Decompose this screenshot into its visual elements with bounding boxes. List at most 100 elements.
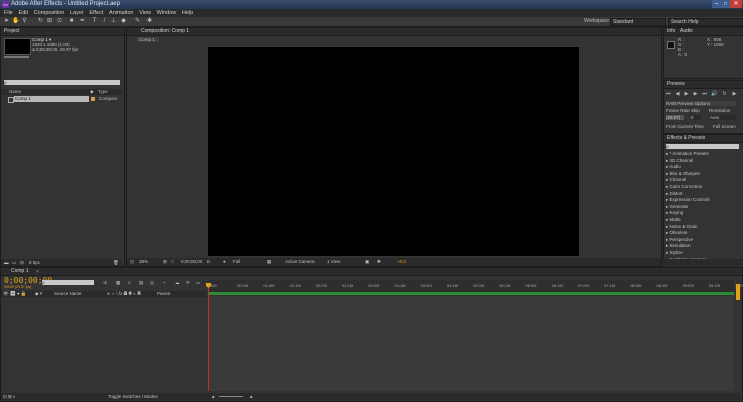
- workspace-select[interactable]: Standard: [610, 18, 666, 26]
- work-area-bar[interactable]: [208, 292, 734, 295]
- loop-icon[interactable]: ↻: [721, 91, 728, 97]
- exposure-value[interactable]: +0.0: [397, 259, 406, 264]
- transparency-grid-icon[interactable]: ▦: [267, 259, 271, 264]
- ram-preview-icon[interactable]: ▶: [731, 91, 738, 97]
- last-frame-icon[interactable]: ⏭: [701, 91, 708, 97]
- camera-tool-icon[interactable]: ⊞: [46, 18, 53, 25]
- preview-tab[interactable]: Preview: [664, 81, 743, 89]
- menu-effect[interactable]: Effect: [89, 9, 103, 17]
- safe-zones-icon[interactable]: ⊞: [163, 259, 167, 264]
- menu-file[interactable]: File: [4, 9, 13, 17]
- snapshot-icon[interactable]: ◘: [207, 259, 210, 264]
- zoom-in-icon[interactable]: ▲: [249, 394, 253, 399]
- trash-icon[interactable]: 🗑: [113, 260, 119, 265]
- draft-3d-icon[interactable]: ▦: [116, 280, 120, 285]
- project-list-item[interactable]: Comp 1 Composi: [3, 96, 122, 103]
- roto-brush-tool-icon[interactable]: ✎: [134, 18, 141, 25]
- eraser-tool-icon[interactable]: ◆: [120, 18, 127, 25]
- timeline-tracks[interactable]: [208, 296, 734, 391]
- menu-edit[interactable]: Edit: [19, 9, 28, 17]
- effects-category-item[interactable]: ▸ Color Correction: [666, 184, 702, 189]
- first-frame-icon[interactable]: ⏮: [665, 91, 672, 97]
- views-select[interactable]: 1 View: [327, 259, 340, 264]
- resolution-select-preview[interactable]: Auto: [710, 115, 736, 120]
- bit-depth-label[interactable]: 8 bpc: [29, 260, 40, 265]
- new-folder-icon[interactable]: ▭: [12, 260, 16, 265]
- flowchart-icon[interactable]: ✱: [377, 259, 381, 264]
- comp-subtab[interactable]: Comp 1: [135, 37, 159, 42]
- effects-category-item[interactable]: ▸ Distort: [666, 191, 683, 196]
- type-tool-icon[interactable]: T: [91, 18, 98, 25]
- clone-stamp-tool-icon[interactable]: ⊥: [110, 18, 117, 25]
- minimize-icon[interactable]: –: [712, 0, 721, 8]
- always-preview-icon[interactable]: ⊡: [130, 259, 134, 264]
- col-name-header[interactable]: Name: [9, 89, 21, 95]
- brush-tool-icon[interactable]: /: [101, 18, 108, 25]
- magnification-select[interactable]: 38%: [139, 259, 148, 264]
- menu-window[interactable]: Window: [157, 9, 177, 17]
- timeline-tab[interactable]: Comp 1: [1, 268, 742, 276]
- menu-composition[interactable]: Composition: [34, 9, 65, 17]
- channel-icon[interactable]: ●: [223, 259, 226, 264]
- effects-category-item[interactable]: ▸ Blur & Sharpen: [666, 171, 700, 176]
- project-search-input[interactable]: ρ: [4, 80, 120, 85]
- effects-category-item[interactable]: ▸ Stylize: [666, 250, 683, 255]
- shape-tool-icon[interactable]: ■: [68, 18, 75, 25]
- shy-icon[interactable]: ☺: [127, 280, 132, 285]
- menu-layer[interactable]: Layer: [70, 9, 84, 17]
- comp-mini-flowchart-icon[interactable]: ⇉: [103, 280, 107, 285]
- active-camera-select[interactable]: Active Camera: [285, 259, 315, 264]
- live-update-icon[interactable]: ⟳: [186, 280, 190, 285]
- menu-view[interactable]: View: [139, 9, 151, 17]
- source-name-header[interactable]: Source Name: [54, 291, 82, 296]
- pen-tool-icon[interactable]: ✒: [79, 18, 86, 25]
- parent-header[interactable]: Parent: [157, 291, 170, 296]
- mask-visibility-icon[interactable]: □: [171, 259, 174, 264]
- resolution-select[interactable]: Full: [233, 259, 240, 264]
- pan-behind-tool-icon[interactable]: ⊙: [56, 18, 63, 25]
- prev-frame-icon[interactable]: ◀: [674, 91, 681, 97]
- expand-switches-icon[interactable]: ⊡ ⊞ ◐: [3, 394, 16, 399]
- rotate-tool-icon[interactable]: ↻: [37, 18, 44, 25]
- current-time-field[interactable]: 0;00;00;00: [181, 259, 202, 264]
- skip-field[interactable]: 0: [691, 115, 701, 120]
- effects-category-item[interactable]: ▸ Matte: [666, 217, 681, 222]
- project-tab[interactable]: Project: [1, 28, 124, 36]
- from-current-time-checkbox[interactable]: From Current Time: [666, 124, 704, 129]
- effects-category-item[interactable]: ▸ Expression Controls: [666, 197, 710, 202]
- zoom-out-icon[interactable]: ▲: [211, 394, 215, 399]
- effects-category-item[interactable]: ▸ Generate: [666, 204, 688, 209]
- motion-blur-icon[interactable]: ◎: [150, 280, 154, 285]
- effects-category-item[interactable]: ▸ Simulation: [666, 243, 691, 248]
- effects-category-item[interactable]: ▸ Channel: [666, 177, 686, 182]
- effects-category-item[interactable]: ▸ Perspective: [666, 237, 693, 242]
- maximize-icon[interactable]: □: [721, 0, 730, 8]
- new-comp-icon[interactable]: ⊟: [20, 260, 24, 265]
- effects-search-input[interactable]: ρ: [666, 144, 739, 149]
- frame-blending-icon[interactable]: ▤: [139, 280, 143, 285]
- search-help-field[interactable]: Search Help: [668, 18, 743, 26]
- selection-tool-icon[interactable]: ➤: [3, 18, 10, 25]
- play-icon[interactable]: ▶: [683, 91, 690, 97]
- full-screen-checkbox[interactable]: Full Screen: [713, 124, 736, 129]
- menu-help[interactable]: Help: [182, 9, 193, 17]
- hand-tool-icon[interactable]: ✋: [12, 18, 19, 25]
- effects-category-item[interactable]: ▸ Noise & Grain: [666, 224, 698, 229]
- timeline-search-input[interactable]: ρ: [42, 280, 94, 285]
- next-frame-icon[interactable]: ▶: [692, 91, 699, 97]
- work-area-icon[interactable]: ▭: [196, 280, 200, 285]
- zoom-tool-icon[interactable]: ⚲: [21, 18, 28, 25]
- time-ruler[interactable]: [208, 280, 734, 292]
- fast-previews-icon[interactable]: ▣: [365, 259, 369, 264]
- ram-preview-options[interactable]: RAM Preview Options: [666, 101, 736, 106]
- frame-rate-select[interactable]: (29.97): [666, 115, 684, 120]
- graph-editor-icon[interactable]: ⌁: [163, 280, 166, 285]
- effects-category-item[interactable]: ▸ Audio: [666, 164, 681, 169]
- effects-tab[interactable]: Effects & Presets: [664, 135, 743, 143]
- interpret-footage-icon[interactable]: ▬: [4, 260, 9, 265]
- effects-category-item[interactable]: ▸ * Animation Presets: [666, 151, 709, 156]
- menu-animation[interactable]: Animation: [109, 9, 133, 17]
- toggle-switches-modes[interactable]: Toggle Switches / Modes: [108, 394, 158, 399]
- comp-viewer-canvas[interactable]: [208, 47, 579, 256]
- col-type-header[interactable]: Type: [98, 89, 108, 95]
